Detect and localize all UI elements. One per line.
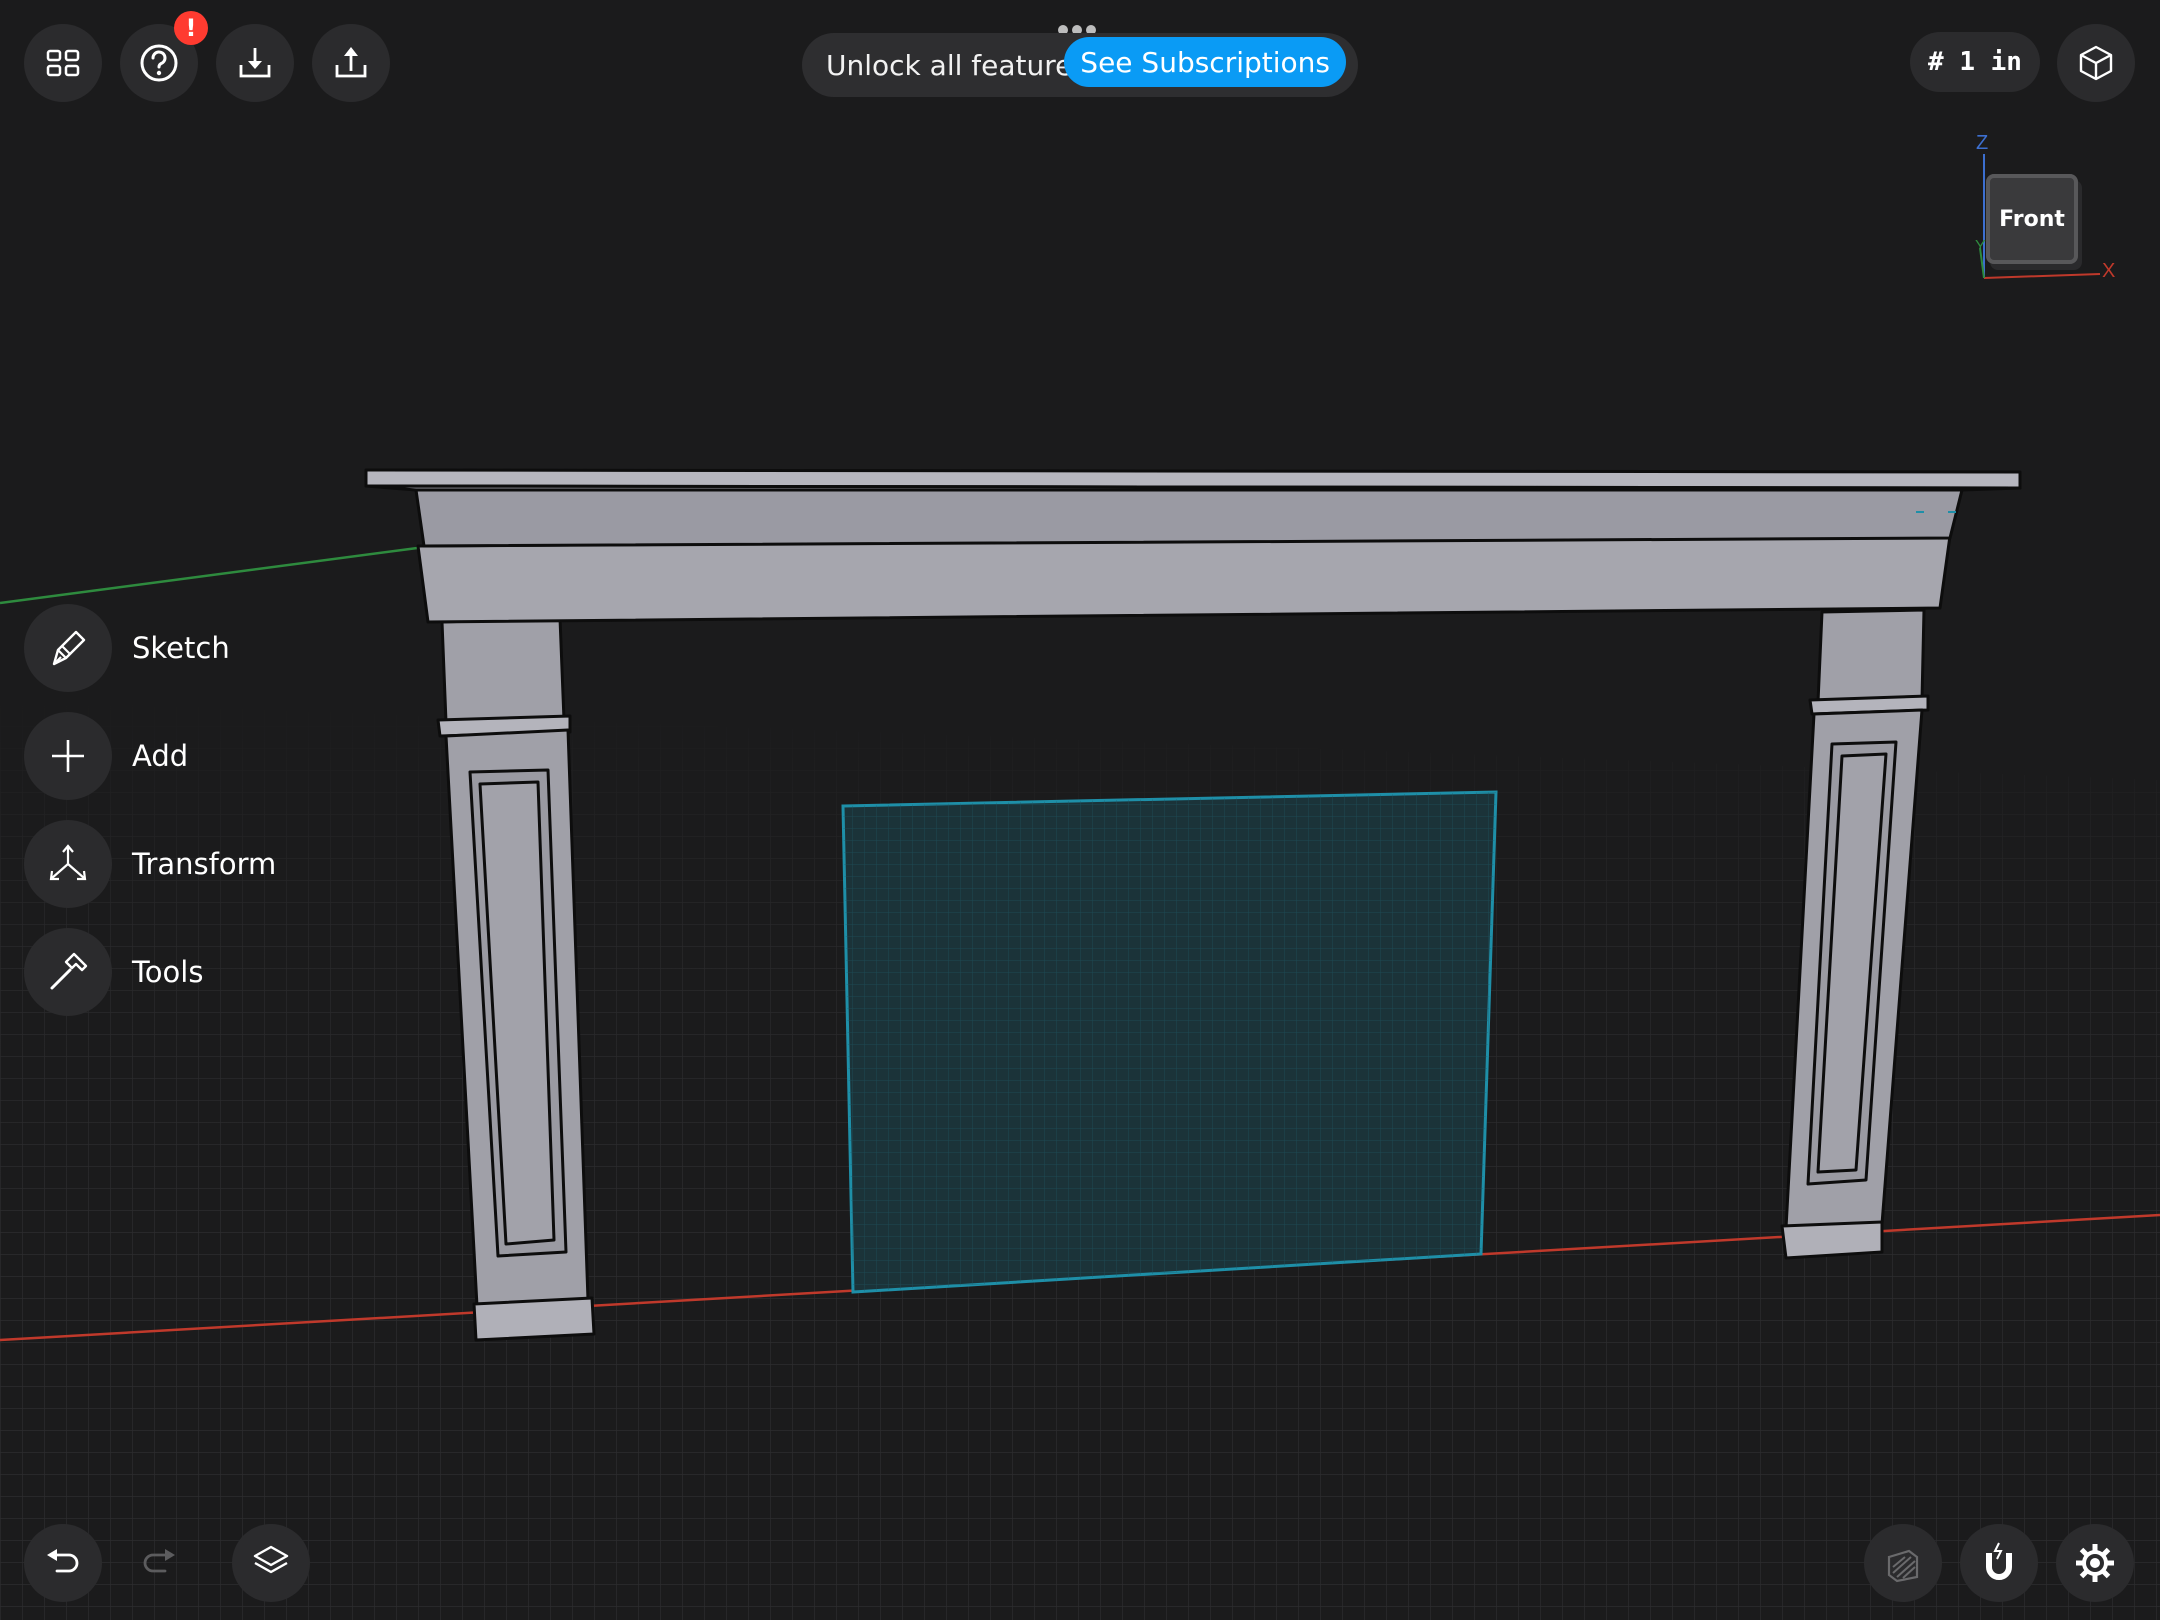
sketch-label: Sketch <box>132 631 230 665</box>
promo-banner: Unlock all features See Subscriptions <box>802 33 1358 97</box>
mantel-cornice <box>414 488 1964 548</box>
redo-icon <box>143 1549 175 1573</box>
transform-icon <box>49 844 87 881</box>
grid-unit-button[interactable]: # 1 in <box>1910 32 2040 92</box>
hammer-icon <box>50 952 88 990</box>
cube-icon <box>2079 45 2113 81</box>
section-view-button[interactable] <box>1864 1524 1942 1602</box>
add-tool[interactable]: Add <box>24 712 384 800</box>
sketch-tool[interactable]: Sketch <box>24 604 384 692</box>
promo-text: Unlock all features <box>826 48 1087 82</box>
grid-menu-button[interactable] <box>24 24 102 102</box>
pen-icon <box>52 630 86 666</box>
download-icon <box>239 48 271 78</box>
view-cube[interactable]: Z X Y Front <box>1960 132 2120 292</box>
grid-icon <box>46 49 80 77</box>
help-icon <box>140 44 178 82</box>
tools-tool[interactable]: Tools <box>24 928 384 1016</box>
layers-button[interactable] <box>232 1524 310 1602</box>
selected-plane[interactable] <box>841 790 1498 1294</box>
magnet-icon <box>1986 1542 2012 1580</box>
mantel-frieze <box>416 534 1952 624</box>
see-subscriptions-button[interactable]: See Subscriptions <box>1064 37 1346 87</box>
redo-button[interactable] <box>120 1524 198 1602</box>
transform-tool[interactable]: Transform <box>24 820 384 908</box>
import-button[interactable] <box>216 24 294 102</box>
add-label: Add <box>132 739 189 773</box>
gear-icon <box>2076 1544 2114 1582</box>
layers-icon <box>253 1545 289 1574</box>
alert-badge: ! <box>174 11 208 45</box>
view-cube-front-face[interactable]: Front <box>1986 174 2078 264</box>
left-pillar-upper <box>440 616 566 724</box>
snap-button[interactable] <box>1960 1524 2038 1602</box>
y-axis-line <box>0 545 426 605</box>
drag-handle[interactable] <box>1058 20 1102 35</box>
share-icon <box>335 47 367 78</box>
settings-button[interactable] <box>2056 1524 2134 1602</box>
left-pillar-base <box>472 1296 596 1342</box>
undo-icon <box>47 1549 79 1573</box>
section-view-icon <box>1887 1549 1919 1583</box>
right-pillar-base <box>1780 1220 1884 1260</box>
undo-button[interactable] <box>24 1524 102 1602</box>
right-pillar-upper <box>1816 608 1926 704</box>
axis-x-label: X <box>2102 260 2116 282</box>
axis-y-label: Y <box>1975 238 1986 255</box>
transform-label: Transform <box>132 847 277 881</box>
export-button[interactable] <box>312 24 390 102</box>
3d-viewport[interactable] <box>0 0 2160 1620</box>
tools-label: Tools <box>132 955 204 989</box>
plus-icon <box>52 740 84 772</box>
axis-z-label: Z <box>1976 132 1989 154</box>
view-mode-button[interactable] <box>2057 24 2135 102</box>
